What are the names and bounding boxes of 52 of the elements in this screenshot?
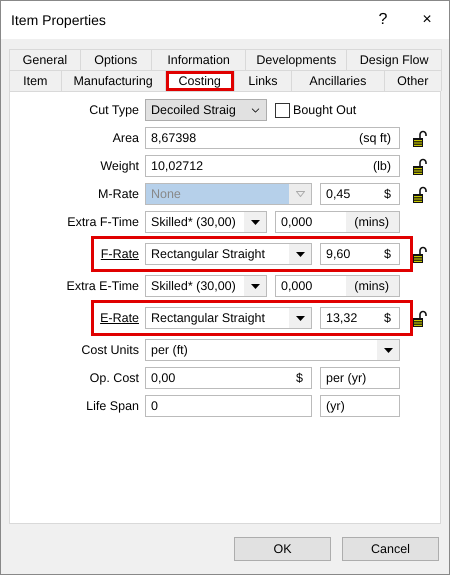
cancel-button[interactable]: Cancel — [342, 537, 439, 561]
close-button[interactable]: × — [405, 1, 449, 39]
dropdown[interactable]: Skilled* (30,00) — [145, 275, 267, 297]
padlock-icon[interactable] — [412, 246, 428, 262]
input-field[interactable]: 13,32 $ — [320, 307, 400, 329]
field-label: M-Rate — [97, 187, 140, 201]
field-label: Cost Units — [80, 343, 140, 357]
dropdown[interactable]: per (ft) — [145, 339, 400, 361]
dropdown[interactable]: Decoiled Straig — [145, 99, 267, 121]
dropdown[interactable]: Skilled* (30,00) — [145, 211, 267, 233]
field-label: Cut Type — [88, 103, 140, 117]
label-link[interactable]: F-Rate — [10, 247, 145, 261]
input-field[interactable]: 0 — [145, 395, 312, 417]
tab[interactable]: Costing — [164, 70, 235, 91]
label-link[interactable]: E-Rate — [10, 311, 145, 325]
tab[interactable]: Other — [384, 70, 442, 91]
dropdown-arrow-icon — [296, 316, 304, 320]
window-title: Item Properties — [11, 12, 107, 28]
field-label: Weight — [99, 159, 140, 173]
dropdown[interactable]: Rectangular Straight — [145, 307, 312, 329]
input-field[interactable]: 9,60 $ — [320, 243, 400, 265]
padlock-icon[interactable] — [412, 310, 428, 326]
padlock-icon[interactable] — [412, 130, 428, 146]
dropdown-arrow-icon — [296, 191, 304, 197]
dropdown-arrow-icon — [296, 252, 304, 256]
checkbox[interactable] — [275, 102, 290, 118]
tab[interactable]: Design Flow — [346, 49, 442, 70]
dropdown[interactable]: Rectangular Straight — [145, 243, 312, 265]
field-label: Extra F-Time — [66, 215, 140, 229]
input-field[interactable]: (yr) — [320, 395, 400, 417]
tab[interactable]: General — [9, 49, 81, 70]
input-field[interactable]: 10,02712 (lb) — [145, 155, 400, 177]
field-label: Op. Cost — [88, 371, 140, 385]
padlock-icon[interactable] — [412, 158, 428, 174]
checkbox-label[interactable]: Bought Out — [293, 103, 356, 117]
field-label: Life Span — [85, 399, 140, 413]
tab[interactable]: Options — [80, 49, 152, 70]
input-field[interactable]: per (yr) — [320, 367, 400, 389]
input-field[interactable]: 0,00 $ — [145, 367, 312, 389]
tab[interactable]: Developments — [245, 49, 348, 70]
tab[interactable]: Manufacturing — [60, 70, 166, 91]
tab[interactable]: Item — [9, 70, 62, 91]
field-label: Extra E-Time — [66, 279, 140, 293]
dropdown-arrow-icon — [250, 284, 260, 288]
dropdown-arrow-icon — [384, 348, 392, 352]
help-button[interactable]: ? — [361, 1, 405, 39]
dropdown-arrow-icon — [250, 220, 260, 224]
input-field[interactable]: 8,67398 (sq ft) — [145, 127, 400, 149]
ok-button[interactable]: OK — [234, 537, 331, 561]
field-label: Area — [112, 131, 140, 145]
input-field[interactable]: 0,000 (mins) — [275, 211, 400, 233]
input-field[interactable]: 0,000 (mins) — [275, 275, 400, 297]
